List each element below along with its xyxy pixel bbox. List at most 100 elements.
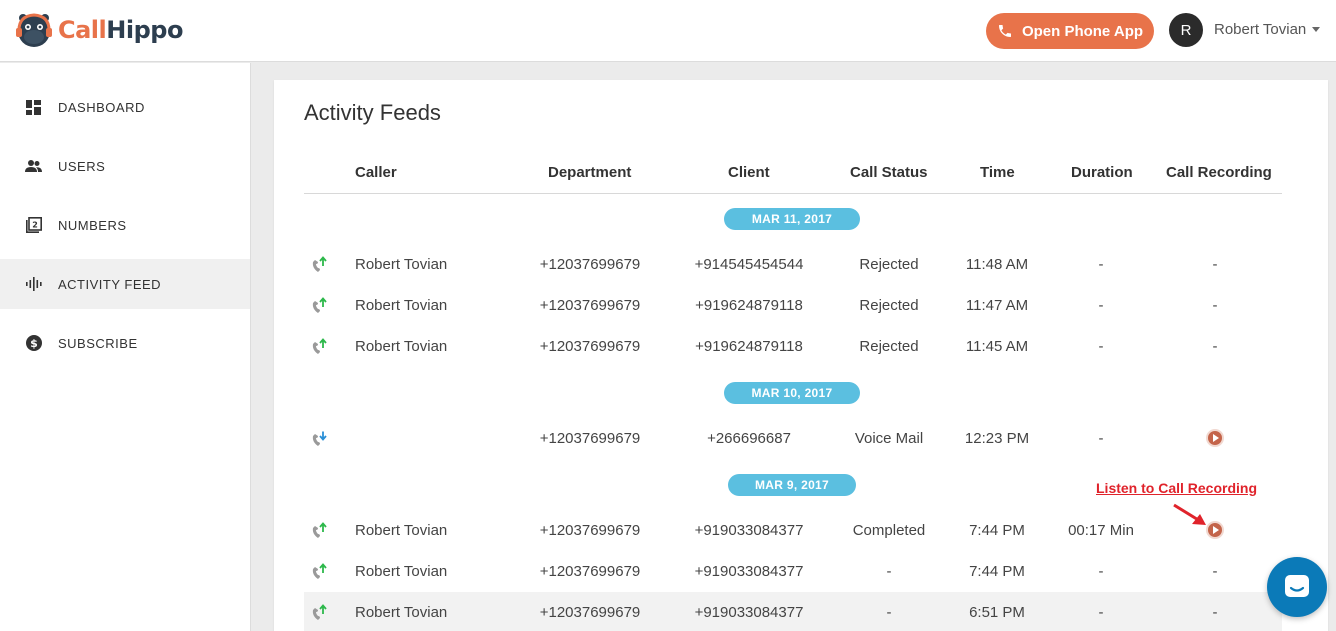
cell-duration: -	[1098, 256, 1104, 273]
open-phone-app-button[interactable]: Open Phone App	[986, 13, 1154, 49]
outgoing-call-icon	[312, 256, 327, 272]
cell-duration: 00:17 Min	[1068, 522, 1134, 539]
cell-recording: -	[1212, 297, 1218, 314]
cell-time: 12:23 PM	[964, 430, 1030, 447]
table-row[interactable]: +12037699679 +266696687 Voice Mail 12:23 PM…	[304, 418, 1282, 459]
table-row[interactable]: Robert Tovian +12037699679 +914545454544 Re…	[304, 244, 1282, 285]
date-pill: MAR 10, 2017	[724, 382, 860, 404]
cell-status: Completed	[852, 522, 926, 539]
cell-recording: -	[1212, 563, 1218, 580]
cell-caller: Robert Tovian	[355, 563, 448, 580]
cell-status: Rejected	[859, 338, 919, 355]
column-header-caller: Caller	[355, 164, 397, 181]
dollar-icon: $	[25, 335, 42, 352]
cell-client: +919033084377	[694, 604, 804, 621]
phone-icon	[998, 25, 1011, 37]
cell-client: +919624879118	[695, 297, 803, 314]
svg-text:2: 2	[32, 221, 38, 230]
avatar[interactable]: R	[1169, 13, 1203, 47]
cell-status: -	[886, 563, 892, 580]
cell-department: +12037699679	[539, 604, 641, 621]
sidebar-item-users[interactable]: USERS	[0, 141, 250, 191]
sidebar-item-label: NUMBERS	[58, 217, 127, 233]
cell-time: 11:45 AM	[965, 338, 1029, 355]
annotation-arrow-icon	[1173, 503, 1206, 525]
table-row[interactable]: Robert Tovian +12037699679 +919033084377 - 7…	[304, 551, 1282, 592]
dashboard-icon	[25, 99, 42, 116]
numbers-icon: 2	[25, 217, 42, 234]
sidebar-item-label: SUBSCRIBE	[58, 335, 138, 351]
sidebar-item-subscribe[interactable]: $ SUBSCRIBE	[0, 318, 250, 368]
table-row[interactable]: Robert Tovian +12037699679 +919033084377 - 6…	[304, 592, 1282, 631]
table-row[interactable]: Robert Tovian +12037699679 +919033084377 Co…	[304, 510, 1282, 551]
sidebar: DASHBOARD USERS 2 NUMBERS ACTIVITY FEED …	[0, 63, 251, 631]
cell-department: +12037699679	[539, 256, 641, 273]
cell-duration: -	[1098, 297, 1104, 314]
cell-duration: -	[1098, 604, 1104, 621]
cell-time: 7:44 PM	[969, 563, 1025, 580]
activity-feed-card: Activity Feeds Caller Department Client …	[274, 80, 1328, 631]
users-icon	[25, 158, 42, 175]
cell-department: +12037699679	[539, 563, 641, 580]
user-menu[interactable]: Robert Tovian	[1214, 21, 1321, 38]
column-header-department: Department	[548, 164, 632, 181]
sidebar-item-activity-feed[interactable]: ACTIVITY FEED	[0, 259, 250, 309]
cell-caller: Robert Tovian	[355, 256, 448, 273]
outgoing-call-icon	[312, 604, 327, 620]
play-icon	[1213, 434, 1219, 442]
cell-department: +12037699679	[539, 522, 641, 539]
cell-duration: -	[1098, 430, 1104, 447]
cell-caller: Robert Tovian	[355, 338, 448, 355]
caret-down-icon	[1312, 27, 1321, 32]
cell-status: Rejected	[859, 297, 919, 314]
cell-time: 11:48 AM	[965, 256, 1029, 273]
date-pill: MAR 9, 2017	[728, 474, 856, 496]
user-name: Robert Tovian	[1214, 21, 1307, 38]
play-recording-button[interactable]	[1206, 429, 1224, 447]
cell-duration: -	[1098, 563, 1104, 580]
cell-client: +919033084377	[694, 522, 804, 539]
cell-client: +914545454544	[694, 256, 804, 273]
listen-recording-annotation: Listen to Call Recording	[1096, 480, 1258, 496]
callhippo-logo[interactable]: CallHippo	[14, 8, 183, 52]
outgoing-call-icon	[312, 563, 327, 579]
cell-status: Voice Mail	[854, 430, 924, 447]
cell-client: +266696687	[707, 430, 791, 447]
date-pill: MAR 11, 2017	[724, 208, 860, 230]
cell-client: +919624879118	[695, 338, 803, 355]
cell-caller: Robert Tovian	[355, 604, 448, 621]
cell-recording: -	[1212, 256, 1218, 273]
cell-time: 7:44 PM	[969, 522, 1025, 539]
outgoing-call-icon	[312, 297, 327, 313]
cell-recording: -	[1212, 604, 1218, 621]
column-header-call-status: Call Status	[850, 164, 928, 181]
chat-widget-button[interactable]	[1267, 557, 1327, 617]
sidebar-item-dashboard[interactable]: DASHBOARD	[0, 82, 250, 132]
cell-department: +12037699679	[539, 338, 641, 355]
column-header-call-recording: Call Recording	[1166, 164, 1272, 181]
cell-department: +12037699679	[539, 297, 641, 314]
hippo-logo-icon	[16, 13, 52, 47]
cell-department: +12037699679	[539, 430, 641, 447]
cell-status: Rejected	[859, 256, 919, 273]
outgoing-call-icon	[312, 338, 327, 354]
incoming-call-icon	[312, 431, 327, 446]
cell-duration: -	[1098, 338, 1104, 355]
cell-client: +919033084377	[694, 563, 804, 580]
column-header-time: Time	[980, 164, 1015, 181]
column-header-duration: Duration	[1071, 164, 1133, 181]
top-bar: CallHippo Open Phone App R Robert Tovian	[0, 0, 1336, 62]
outgoing-call-icon	[312, 522, 327, 538]
chat-icon	[1285, 575, 1309, 597]
table-header: Caller Department Client Call Status Tim…	[304, 160, 1282, 194]
cell-recording: -	[1212, 338, 1218, 355]
page-title: Activity Feeds	[304, 100, 441, 125]
sidebar-item-numbers[interactable]: 2 NUMBERS	[0, 200, 250, 250]
play-icon	[1213, 526, 1219, 534]
activity-feed-icon	[25, 276, 42, 293]
cell-time: 6:51 PM	[969, 604, 1025, 621]
column-header-client: Client	[728, 164, 770, 181]
table-row[interactable]: Robert Tovian +12037699679 +919624879118 Re…	[304, 285, 1282, 326]
table-row[interactable]: Robert Tovian +12037699679 +919624879118 Re…	[304, 326, 1282, 367]
sidebar-item-label: USERS	[58, 158, 106, 174]
